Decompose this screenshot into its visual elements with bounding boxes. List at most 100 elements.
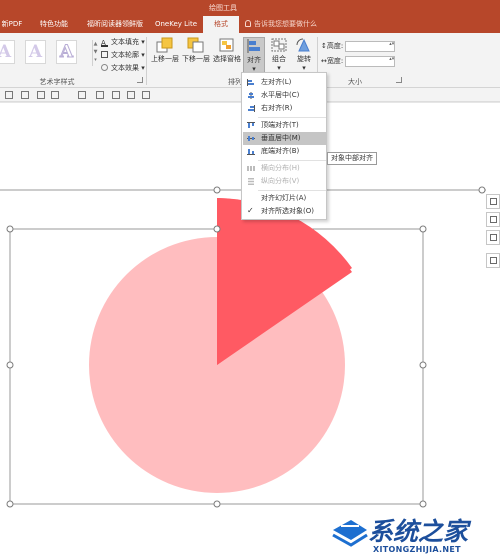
- gallery-up-icon[interactable]: ▲: [93, 40, 98, 48]
- qat-command-icon[interactable]: [127, 91, 135, 99]
- group-separator: [146, 37, 147, 85]
- menu-item-label: 左对齐(L): [261, 78, 292, 86]
- align-left-icon: [247, 79, 254, 86]
- tab-foxit-reader[interactable]: 福昕阅读器领鲜版: [80, 16, 150, 33]
- menu-item-align-bottom[interactable]: 底端对齐(B): [243, 145, 327, 158]
- wordart-gallery-scroll[interactable]: ▲ ▼ ▾: [92, 40, 98, 66]
- watermark-url: XITONGZHIJIA.NET: [373, 545, 461, 554]
- rotate-button[interactable]: 旋转 ▾: [293, 37, 315, 75]
- menu-item-label: 水平居中(C): [261, 91, 300, 99]
- selection-pane-label: 选择窗格: [213, 55, 241, 63]
- menu-item-align-right[interactable]: 右对齐(R): [243, 102, 327, 115]
- menu-item-align-center[interactable]: 水平居中(C): [243, 89, 327, 102]
- group-button[interactable]: 组合 ▾: [267, 37, 291, 75]
- shape-styles-button[interactable]: [486, 212, 500, 227]
- send-backward-button[interactable]: 下移一层: [181, 37, 211, 75]
- align-button[interactable]: 对齐 ▾: [243, 37, 265, 75]
- height-input[interactable]: [345, 40, 396, 52]
- menu-item-align-top[interactable]: 顶端对齐(T): [243, 119, 327, 132]
- qat-command-icon[interactable]: [96, 91, 104, 99]
- selection-handle[interactable]: [478, 186, 486, 194]
- wordart-group-label: 艺术字样式: [39, 78, 75, 86]
- height-row: ↕高度:: [321, 40, 396, 52]
- align-label: 对齐: [247, 56, 261, 64]
- send-backward-icon: [187, 37, 204, 53]
- menu-item-align-to-slide[interactable]: 对齐幻灯片(A): [243, 192, 327, 205]
- shape-effects-button[interactable]: [486, 230, 500, 245]
- qat-command-icon[interactable]: [51, 91, 59, 99]
- selection-handle[interactable]: [6, 500, 14, 508]
- wordart-style-3[interactable]: A: [56, 40, 77, 64]
- wordart-style-1[interactable]: A: [0, 40, 15, 64]
- crop-button[interactable]: [486, 253, 500, 268]
- qat-command-icon[interactable]: [37, 91, 45, 99]
- text-outline-icon: [101, 51, 108, 58]
- menu-item-align-middle[interactable]: 垂直居中(M): [243, 132, 327, 145]
- selection-handle[interactable]: [419, 500, 427, 508]
- shapes-icon: [490, 234, 497, 241]
- group-objects-icon: [271, 38, 287, 52]
- selection-handle[interactable]: [419, 225, 427, 233]
- tab-pdf[interactable]: 新PDF: [0, 16, 26, 33]
- text-fill-label: 文本填充: [111, 38, 139, 46]
- text-effects-button[interactable]: 文本效果 ▾: [101, 63, 145, 74]
- bring-forward-button[interactable]: 上移一层: [150, 37, 180, 75]
- selection-handle[interactable]: [419, 361, 427, 369]
- qat-command-icon[interactable]: [112, 91, 120, 99]
- align-dropdown-menu: 左对齐(L) 水平居中(C) 右对齐(R) 顶端对齐(T) 垂直居中(M) 底端…: [241, 72, 327, 220]
- qat-command-icon[interactable]: [78, 91, 86, 99]
- distribute-horizontal-icon: [247, 166, 255, 171]
- text-fill-button[interactable]: A 文本填充 ▾: [101, 37, 145, 48]
- menu-item-label: 横向分布(H): [261, 164, 300, 172]
- menu-item-label: 垂直居中(M): [261, 134, 301, 142]
- layout-options-button[interactable]: [486, 194, 500, 209]
- align-icon: [247, 39, 260, 53]
- align-center-icon: [248, 92, 254, 99]
- text-outline-label: 文本轮廓: [111, 51, 139, 59]
- menu-item-align-selected-objects[interactable]: ✓ 对齐所选对象(O): [243, 205, 327, 218]
- checkmark-icon: ✓: [247, 206, 254, 215]
- menu-item-distribute-horizontal: 横向分布(H): [243, 162, 327, 175]
- send-backward-label: 下移一层: [182, 55, 210, 63]
- bring-forward-label: 上移一层: [151, 55, 179, 63]
- selection-handle[interactable]: [213, 500, 221, 508]
- rotate-icon: [296, 38, 310, 52]
- align-top-icon: [247, 122, 255, 128]
- tell-me-search[interactable]: 告诉我您想要做什么: [245, 16, 317, 33]
- qat-command-icon[interactable]: [142, 91, 150, 99]
- menu-item-distribute-vertical: 纵向分布(V): [243, 175, 327, 188]
- bring-forward-icon: [156, 37, 173, 53]
- menu-item-label: 对齐所选对象(O): [261, 207, 314, 215]
- wordart-style-2[interactable]: A: [25, 40, 46, 64]
- distribute-vertical-icon: [248, 178, 254, 185]
- text-outline-button[interactable]: 文本轮廓 ▾: [101, 50, 145, 61]
- tab-format[interactable]: 格式: [203, 16, 239, 33]
- menu-item-align-left[interactable]: 左对齐(L): [243, 76, 327, 89]
- menu-separator: [258, 160, 326, 161]
- tab-onekey-lite[interactable]: OneKey Lite: [154, 16, 198, 33]
- selection-handle[interactable]: [6, 361, 14, 369]
- selection-handle[interactable]: [213, 186, 221, 194]
- gallery-more-icon[interactable]: ▾: [93, 56, 98, 64]
- tab-featured[interactable]: 特色功能: [34, 16, 74, 33]
- menu-item-label: 对齐幻灯片(A): [261, 194, 307, 202]
- layout-options-icon: [490, 198, 497, 205]
- qat-command-icon[interactable]: [5, 91, 13, 99]
- selection-pane-button[interactable]: 选择窗格: [212, 37, 242, 75]
- wordart-dialog-launcher[interactable]: [137, 77, 143, 83]
- align-middle-tooltip: 对象中部对齐: [327, 152, 377, 165]
- width-input[interactable]: [345, 55, 396, 67]
- size-group-label: 大小: [348, 78, 362, 86]
- menu-item-label: 顶端对齐(T): [261, 121, 299, 129]
- width-row: ↔宽度:: [321, 55, 396, 67]
- gallery-down-icon[interactable]: ▼: [93, 48, 98, 56]
- selection-handle[interactable]: [213, 225, 221, 233]
- align-right-icon: [248, 105, 255, 112]
- chevron-down-icon: ▾: [302, 64, 306, 72]
- qat-command-icon[interactable]: [21, 91, 29, 99]
- size-dialog-launcher[interactable]: [396, 77, 402, 83]
- rotate-label: 旋转: [297, 55, 311, 63]
- selection-handle[interactable]: [6, 225, 14, 233]
- menu-separator: [258, 190, 326, 191]
- ribbon-tab-strip: 绘图工具 新PDF 特色功能 福昕阅读器领鲜版 OneKey Lite 格式 告…: [0, 0, 500, 33]
